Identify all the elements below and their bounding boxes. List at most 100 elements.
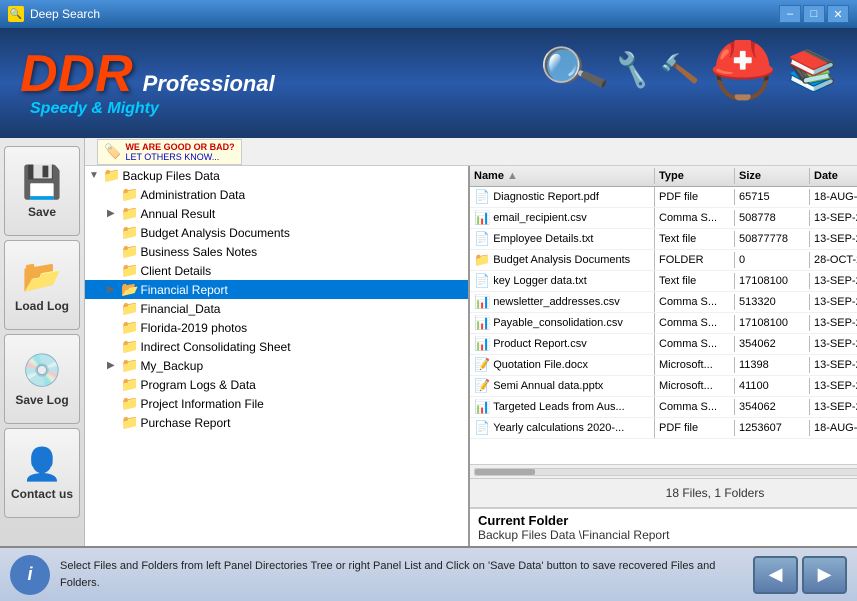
wrench-icon: 🔨 xyxy=(659,50,702,91)
table-row[interactable]: 📄Diagnostic Report.pdfPDF file6571518-AU… xyxy=(470,187,857,208)
file-panel: Name ▲ Type Size Date Time 📄Diagnostic R… xyxy=(470,166,857,546)
maximize-button[interactable]: □ xyxy=(803,5,825,23)
file-date: 13-SEP-2021 xyxy=(810,336,857,352)
save-log-label: Save Log xyxy=(15,393,68,407)
file-name: 📝Semi Annual data.pptx xyxy=(470,376,655,396)
file-name: 📊Payable_consolidation.csv xyxy=(470,313,655,333)
contact-label: Contact us xyxy=(11,487,73,501)
tree-item-indirect[interactable]: 📁 Indirect Consolidating Sheet xyxy=(85,337,468,356)
save-log-button[interactable]: 💿 Save Log xyxy=(4,334,80,424)
file-count-text: 18 Files, 1 Folders xyxy=(666,486,765,500)
file-name: 📊email_recipient.csv xyxy=(470,208,655,228)
minimize-button[interactable]: – xyxy=(779,5,801,23)
file-type-icon: 📄 xyxy=(474,420,490,436)
tree-item-mybackup[interactable]: ▶ 📁 My_Backup xyxy=(85,356,468,375)
next-button[interactable]: ▶ xyxy=(802,556,847,594)
file-type-icon: 📊 xyxy=(474,336,490,352)
file-date: 13-SEP-2021 xyxy=(810,378,857,394)
table-row[interactable]: 📄Employee Details.txtText file5087777813… xyxy=(470,229,857,250)
table-row[interactable]: 📊Targeted Leads from Aus...Comma S...354… xyxy=(470,397,857,418)
file-size: 11398 xyxy=(735,357,810,373)
tree-item-label: Business Sales Notes xyxy=(140,245,257,259)
expand-icon: ▶ xyxy=(107,360,119,371)
table-row[interactable]: 📝Semi Annual data.pptxMicrosoft...411001… xyxy=(470,376,857,397)
screwdriver-icon: 🔧 xyxy=(610,49,655,92)
file-size: 513320 xyxy=(735,294,810,310)
left-sidebar: 💾 Save 📂 Load Log 💿 Save Log 👤 Contact u… xyxy=(0,138,85,546)
contact-button[interactable]: 👤 Contact us xyxy=(4,428,80,518)
tree-item-label: Backup Files Data xyxy=(122,169,219,183)
app-title: Deep Search xyxy=(30,7,100,21)
tree-item-program-logs[interactable]: 📁 Program Logs & Data xyxy=(85,375,468,394)
header-decorations: 🔍 🔧 🔨 ⛑️ 📚 xyxy=(542,38,837,103)
save-button[interactable]: 💾 Save xyxy=(4,146,80,236)
folder-tree[interactable]: ▼ 📁 Backup Files Data 📁 Administration D… xyxy=(85,166,470,546)
contact-icon: 👤 xyxy=(22,445,62,483)
tree-item-budget[interactable]: 📁 Budget Analysis Documents xyxy=(85,223,468,242)
table-row[interactable]: 📄key Logger data.txtText file1710810013-… xyxy=(470,271,857,292)
save-label: Save xyxy=(28,205,56,219)
book-icon: 📚 xyxy=(787,47,837,94)
tree-item-financial-report[interactable]: ▶ 📂 Financial Report xyxy=(85,280,468,299)
col-type: Type xyxy=(655,168,735,184)
tree-item-root[interactable]: ▼ 📁 Backup Files Data xyxy=(85,166,468,185)
file-name: 📄Yearly calculations 2020-... xyxy=(470,418,655,438)
file-type: Comma S... xyxy=(655,294,735,310)
file-size: 354062 xyxy=(735,336,810,352)
table-row[interactable]: 📊newsletter_addresses.csvComma S...51332… xyxy=(470,292,857,313)
table-row[interactable]: 📊Payable_consolidation.csvComma S...1710… xyxy=(470,313,857,334)
file-date: 28-OCT-2021 xyxy=(810,252,857,268)
tree-item-label: Project Information File xyxy=(140,397,263,411)
file-type: Text file xyxy=(655,231,735,247)
tree-item-purchase[interactable]: 📁 Purchase Report xyxy=(85,413,468,432)
header-banner: DDR Professional Speedy & Mighty 🔍 🔧 🔨 ⛑… xyxy=(0,28,857,138)
tree-item-admin[interactable]: 📁 Administration Data xyxy=(85,185,468,204)
file-date: 13-SEP-2021 xyxy=(810,357,857,373)
file-size: 354062 xyxy=(735,399,810,415)
tree-item-florida[interactable]: 📁 Florida-2019 photos xyxy=(85,318,468,337)
file-size: 41100 xyxy=(735,378,810,394)
tree-item-client[interactable]: 📁 Client Details xyxy=(85,261,468,280)
file-size: 50877778 xyxy=(735,231,810,247)
file-type-icon: 📝 xyxy=(474,357,490,373)
current-folder-title: Current Folder xyxy=(478,513,857,528)
file-size: 17108100 xyxy=(735,315,810,331)
table-row[interactable]: 📊email_recipient.csvComma S...50877813-S… xyxy=(470,208,857,229)
file-type: Text file xyxy=(655,273,735,289)
table-row[interactable]: 📄Yearly calculations 2020-...PDF file125… xyxy=(470,418,857,439)
file-type-icon: 📝 xyxy=(474,378,490,394)
tree-item-label: My_Backup xyxy=(140,359,203,373)
table-row[interactable]: 📁Budget Analysis DocumentsFOLDER028-OCT-… xyxy=(470,250,857,271)
file-name: 📁Budget Analysis Documents xyxy=(470,250,655,270)
file-type-icon: 📊 xyxy=(474,210,490,226)
horizontal-scrollbar[interactable] xyxy=(470,464,857,478)
file-list-body[interactable]: 📄Diagnostic Report.pdfPDF file6571518-AU… xyxy=(470,187,857,464)
file-date: 13-SEP-2021 xyxy=(810,315,857,331)
tree-item-annual[interactable]: ▶ 📁 Annual Result xyxy=(85,204,468,223)
logo-professional: Professional xyxy=(143,71,275,97)
file-size: 508778 xyxy=(735,210,810,226)
file-name: 📊Product Report.csv xyxy=(470,334,655,354)
load-log-button[interactable]: 📂 Load Log xyxy=(4,240,80,330)
file-date: 13-SEP-2021 xyxy=(810,399,857,415)
file-size: 65715 xyxy=(735,189,810,205)
file-date: 13-SEP-2021 xyxy=(810,231,857,247)
magnifier-icon: 🔍 xyxy=(534,32,613,109)
file-name: 📊Targeted Leads from Aus... xyxy=(470,397,655,417)
rating-banner[interactable]: 🏷️ WE ARE GOOD OR BAD? LET OTHERS KNOW..… xyxy=(97,139,242,165)
prev-button[interactable]: ◀ xyxy=(753,556,798,594)
tree-item-business[interactable]: 📁 Business Sales Notes xyxy=(85,242,468,261)
table-row[interactable]: 📊Product Report.csvComma S...35406213-SE… xyxy=(470,334,857,355)
file-name: 📊newsletter_addresses.csv xyxy=(470,292,655,312)
tree-item-project[interactable]: 📁 Project Information File xyxy=(85,394,468,413)
expand-icon: ▶ xyxy=(107,284,119,295)
file-date: 18-AUG-2021 xyxy=(810,420,857,436)
save-log-icon: 💿 xyxy=(22,351,62,389)
bottom-text: Select Files and Folders from left Panel… xyxy=(60,558,743,591)
table-row[interactable]: 📝Quotation File.docxMicrosoft...1139813-… xyxy=(470,355,857,376)
file-type-icon: 📄 xyxy=(474,231,490,247)
rating-icon: 🏷️ xyxy=(104,143,121,160)
close-button[interactable]: ✕ xyxy=(827,5,849,23)
tree-item-financial-data[interactable]: 📁 Financial_Data xyxy=(85,299,468,318)
file-name: 📄Diagnostic Report.pdf xyxy=(470,187,655,207)
